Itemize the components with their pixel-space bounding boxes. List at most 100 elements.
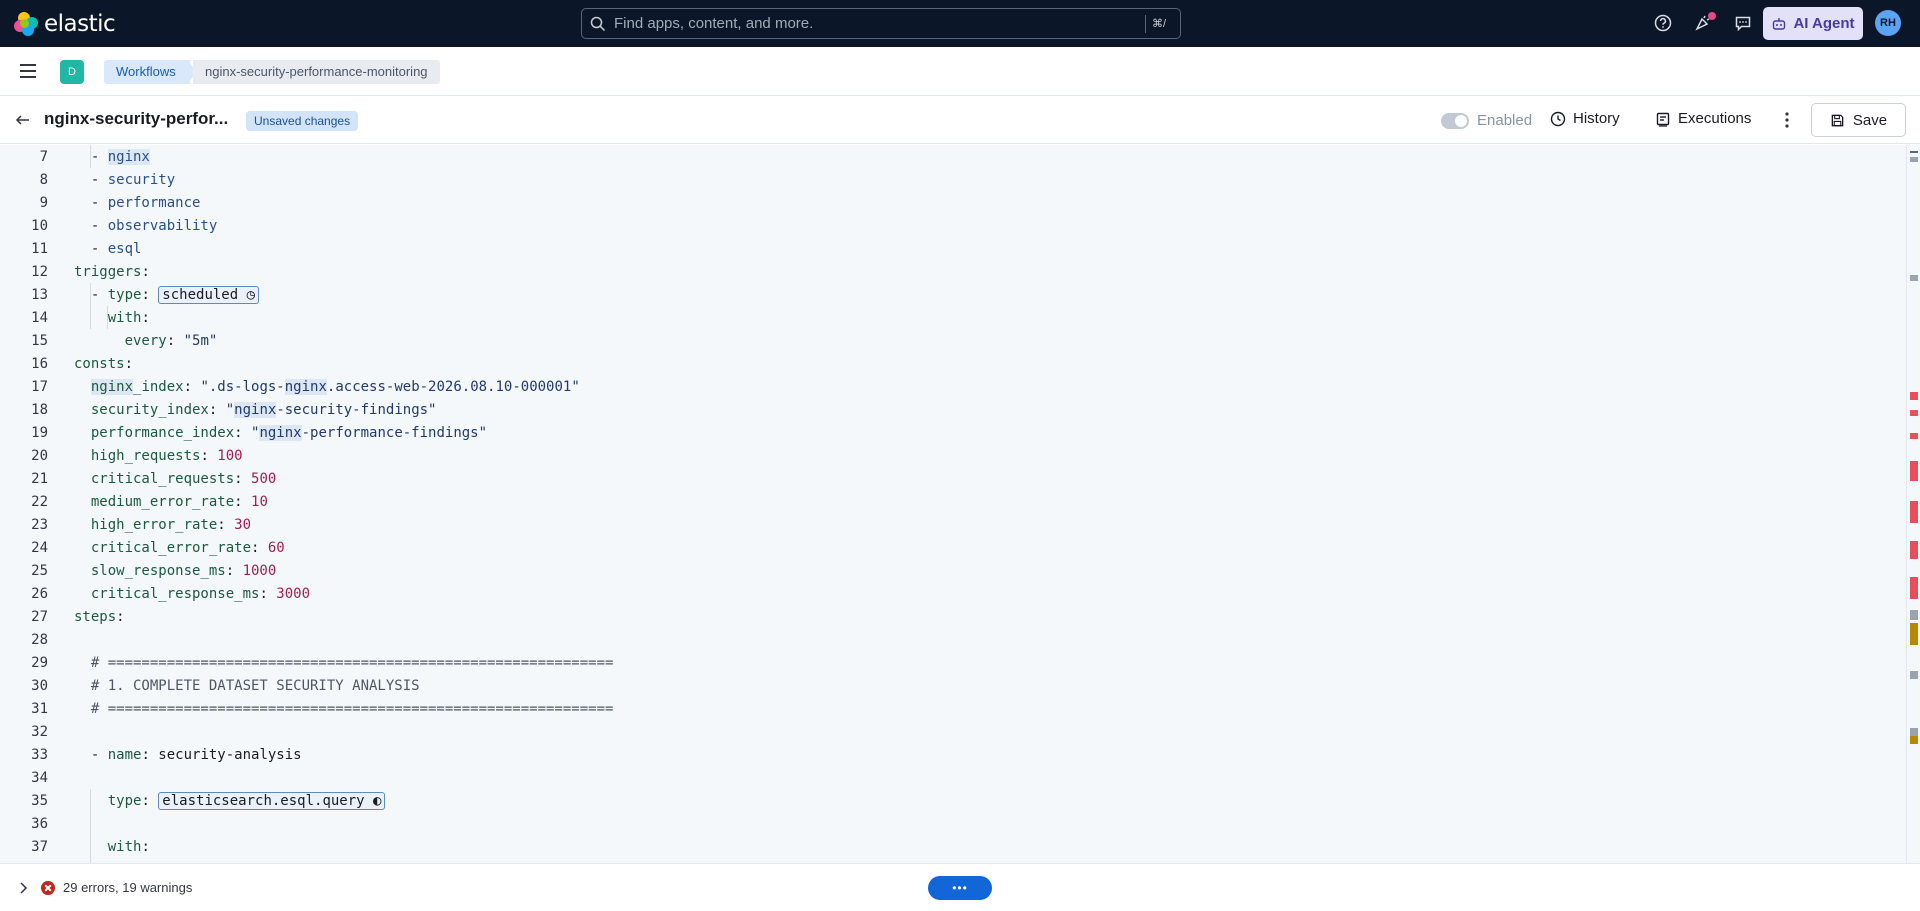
menu-icon[interactable] bbox=[20, 64, 36, 78]
code-line[interactable]: 36 bbox=[0, 813, 1906, 836]
code-line[interactable]: 33 - name: security-analysis bbox=[0, 744, 1906, 767]
line-number: 25 bbox=[31, 563, 48, 579]
enabled-toggle[interactable] bbox=[1441, 113, 1469, 129]
save-button[interactable]: Save bbox=[1811, 103, 1906, 137]
code-line[interactable]: 17 nginx_index: ".ds-logs-nginx.access-w… bbox=[0, 376, 1906, 399]
code-text[interactable]: security_index: "nginx-security-findings… bbox=[74, 399, 436, 422]
code-text[interactable]: slow_response_ms: 1000 bbox=[74, 560, 276, 583]
code-text[interactable]: high_error_rate: 30 bbox=[74, 514, 251, 537]
code-text[interactable]: high_requests: 100 bbox=[74, 445, 243, 468]
code-text[interactable]: with: bbox=[74, 836, 150, 859]
breadcrumb-workflows[interactable]: Workflows bbox=[104, 60, 190, 84]
code-text[interactable]: - nginx bbox=[74, 146, 150, 169]
code-line[interactable]: 13 - type: scheduled ◷ bbox=[0, 284, 1906, 307]
code-text[interactable]: - type: scheduled ◷ bbox=[74, 284, 260, 307]
validation-status-text[interactable]: 29 errors, 19 warnings bbox=[63, 880, 192, 895]
code-line[interactable]: 8 - security bbox=[0, 169, 1906, 192]
code-line[interactable]: 26 critical_response_ms: 3000 bbox=[0, 583, 1906, 606]
code-line[interactable]: 11 - esql bbox=[0, 238, 1906, 261]
line-number: 23 bbox=[31, 517, 48, 533]
elastic-logo[interactable]: elastic bbox=[14, 11, 116, 37]
code-line[interactable]: 22 medium_error_rate: 10 bbox=[0, 491, 1906, 514]
code-line[interactable]: 15 every: "5m" bbox=[0, 330, 1906, 353]
code-text[interactable]: type: elasticsearch.esql.query ◐ bbox=[74, 790, 386, 813]
unsaved-changes-badge: Unsaved changes bbox=[246, 111, 359, 131]
code-text[interactable]: nginx_index: ".ds-logs-nginx.access-web-… bbox=[74, 376, 580, 399]
code-text[interactable]: # 1. COMPLETE DATASET SECURITY ANALYSIS bbox=[74, 675, 420, 698]
code-line[interactable]: 27 steps: bbox=[0, 606, 1906, 629]
line-number: 27 bbox=[31, 609, 48, 625]
code-text[interactable]: performance_index: "nginx-performance-fi… bbox=[74, 422, 487, 445]
line-number: 20 bbox=[31, 448, 48, 464]
back-arrow-icon[interactable] bbox=[14, 111, 32, 129]
yaml-code-editor[interactable]: 7 - nginx 8 - security 9 - performance 10 -… bbox=[0, 145, 1906, 863]
top-header: elastic Find apps, content, and more. ⌘/… bbox=[0, 0, 1920, 47]
code-line[interactable]: 16 consts: bbox=[0, 353, 1906, 376]
code-text[interactable]: consts: bbox=[74, 353, 133, 376]
user-avatar[interactable]: RH bbox=[1875, 10, 1901, 36]
executions-icon bbox=[1656, 112, 1670, 127]
code-text[interactable]: - performance bbox=[74, 192, 201, 215]
code-line[interactable]: 21 critical_requests: 500 bbox=[0, 468, 1906, 491]
code-line[interactable]: 29 # ===================================… bbox=[0, 652, 1906, 675]
editor-overview-ruler[interactable] bbox=[1906, 145, 1920, 863]
panel-resize-handle[interactable]: ••• bbox=[928, 876, 992, 900]
code-line[interactable]: 7 - nginx bbox=[0, 146, 1906, 169]
code-text[interactable]: triggers: bbox=[74, 261, 150, 284]
code-line[interactable]: 32 bbox=[0, 721, 1906, 744]
code-text[interactable]: medium_error_rate: 10 bbox=[74, 491, 268, 514]
code-line[interactable]: 31 # ===================================… bbox=[0, 698, 1906, 721]
help-icon[interactable] bbox=[1653, 13, 1673, 33]
error-icon bbox=[41, 881, 55, 895]
validation-footer: 29 errors, 19 warnings ••• bbox=[0, 863, 1920, 911]
code-line[interactable]: 14 with: bbox=[0, 307, 1906, 330]
line-number: 9 bbox=[39, 195, 48, 211]
code-text[interactable]: with: bbox=[74, 307, 150, 330]
history-button[interactable]: History bbox=[1550, 110, 1620, 127]
code-line[interactable]: 20 high_requests: 100 bbox=[0, 445, 1906, 468]
code-line[interactable]: 10 - observability bbox=[0, 215, 1906, 238]
chevron-right-icon[interactable] bbox=[17, 881, 29, 895]
code-line[interactable]: 23 high_error_rate: 30 bbox=[0, 514, 1906, 537]
feedback-icon[interactable] bbox=[1733, 13, 1753, 33]
code-line[interactable]: 34 bbox=[0, 767, 1906, 790]
line-number: 29 bbox=[31, 655, 48, 671]
code-line[interactable]: 37 with: bbox=[0, 836, 1906, 859]
search-shortcut: ⌘/ bbox=[1144, 15, 1172, 33]
line-number: 36 bbox=[31, 816, 48, 832]
error-marker bbox=[1910, 577, 1918, 599]
code-line[interactable]: 30 # 1. COMPLETE DATASET SECURITY ANALYS… bbox=[0, 675, 1906, 698]
code-text[interactable]: critical_response_ms: 3000 bbox=[74, 583, 310, 606]
code-text[interactable]: - observability bbox=[74, 215, 217, 238]
step-type-chip: elasticsearch.esql.query ◐ bbox=[158, 792, 386, 810]
breadcrumb-current: nginx-security-performance-monitoring bbox=[193, 60, 440, 84]
code-text[interactable]: steps: bbox=[74, 606, 125, 629]
code-line[interactable]: 18 security_index: "nginx-security-findi… bbox=[0, 399, 1906, 422]
ai-agent-button[interactable]: AI Agent bbox=[1763, 7, 1863, 40]
code-line[interactable]: 12 triggers: bbox=[0, 261, 1906, 284]
error-marker bbox=[1910, 410, 1918, 416]
code-line[interactable]: 9 - performance bbox=[0, 192, 1906, 215]
code-line[interactable]: 19 performance_index: "nginx-performance… bbox=[0, 422, 1906, 445]
code-line[interactable]: 24 critical_error_rate: 60 bbox=[0, 537, 1906, 560]
more-options-icon[interactable] bbox=[1780, 110, 1794, 130]
code-text[interactable]: # ======================================… bbox=[74, 698, 614, 721]
warning-marker bbox=[1910, 623, 1918, 645]
code-text[interactable]: every: "5m" bbox=[74, 330, 218, 353]
code-text[interactable]: - name: security-analysis bbox=[74, 744, 302, 767]
space-avatar[interactable]: D bbox=[60, 60, 84, 84]
executions-button[interactable]: Executions bbox=[1655, 110, 1751, 127]
code-text[interactable]: - security bbox=[74, 169, 175, 192]
line-number: 8 bbox=[39, 172, 48, 188]
ai-agent-label: AI Agent bbox=[1793, 15, 1855, 32]
code-line[interactable]: 25 slow_response_ms: 1000 bbox=[0, 560, 1906, 583]
code-line[interactable]: 28 bbox=[0, 629, 1906, 652]
line-number: 11 bbox=[31, 241, 48, 257]
workflow-title[interactable]: nginx-security-perfor... bbox=[44, 109, 228, 129]
code-text[interactable]: critical_requests: 500 bbox=[74, 468, 276, 491]
code-text[interactable]: critical_error_rate: 60 bbox=[74, 537, 285, 560]
code-text[interactable]: - esql bbox=[74, 238, 142, 261]
code-line[interactable]: 35 type: elasticsearch.esql.query ◐ bbox=[0, 790, 1906, 813]
global-search-input[interactable]: Find apps, content, and more. ⌘/ bbox=[581, 8, 1181, 39]
code-text[interactable]: # ======================================… bbox=[74, 652, 614, 675]
